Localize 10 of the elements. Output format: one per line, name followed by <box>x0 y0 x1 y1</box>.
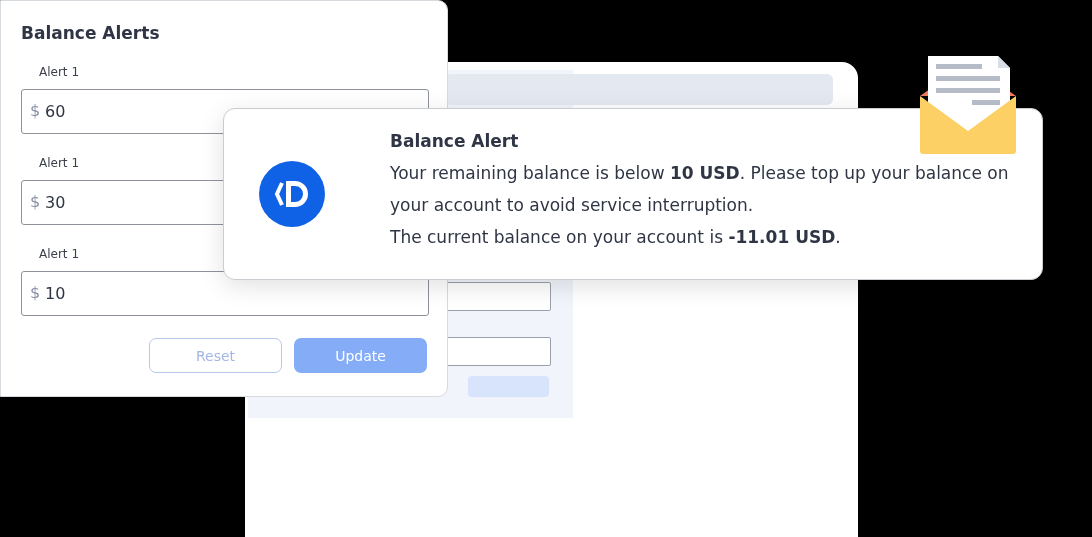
field-label: Alert 1 <box>39 65 79 79</box>
card-title: Balance Alerts <box>21 23 161 43</box>
notification-text: Your remaining balance is below 10 USD. Please top up your balance on your account to avoid service interruption. <box>390 162 1010 217</box>
notification-title: Balance Alert <box>390 131 520 151</box>
field-label: Alert 1 <box>39 156 79 170</box>
currency-symbol: $ <box>30 192 41 211</box>
field-label: Alert 1 <box>39 247 79 261</box>
currency-symbol: $ <box>30 101 41 120</box>
currency-symbol: $ <box>30 283 41 302</box>
notification-text: The current balance on your account is -11.01 USD. <box>390 226 842 249</box>
